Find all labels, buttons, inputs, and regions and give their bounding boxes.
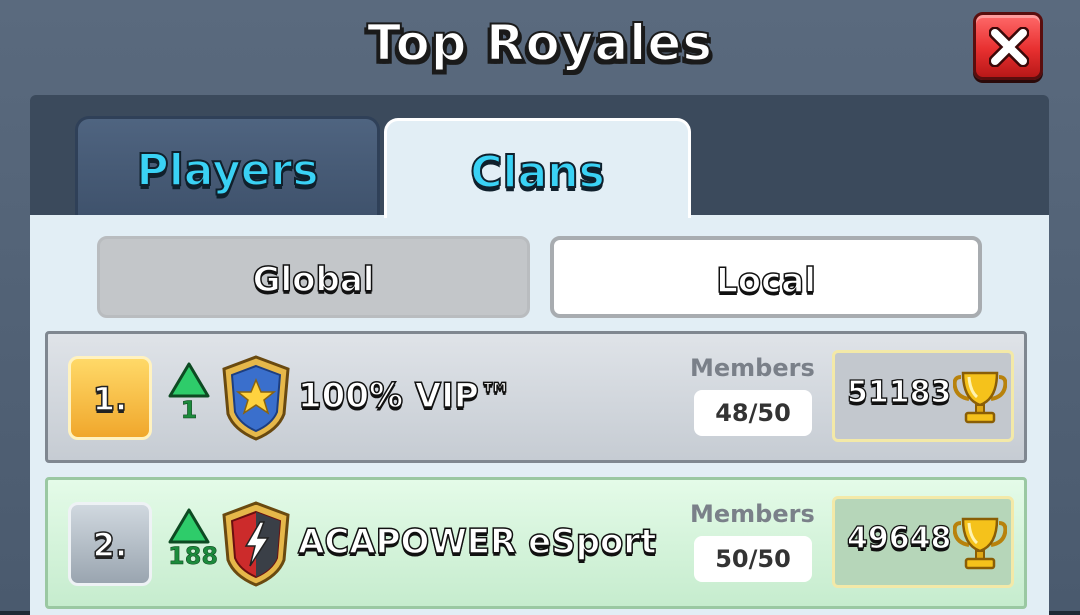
rank-badge: 2. (68, 502, 152, 586)
members-count: 50/50 (694, 536, 812, 582)
trophy-icon (953, 371, 1007, 424)
members-label: Members (690, 354, 815, 382)
star-shield-icon (220, 354, 292, 446)
tab-clans[interactable]: Clans (384, 118, 691, 218)
window-title: Top Royales (366, 13, 713, 73)
trophy-icon (953, 517, 1007, 570)
trophy-box: 49648 (832, 496, 1014, 588)
trophy-count: 51183 (846, 374, 952, 410)
rank-badge: 1. (68, 356, 152, 440)
clan-name: 100% VIP™ (297, 375, 513, 417)
rank-change-value: 188 (168, 542, 219, 570)
rank-change-indicator: 1 (168, 362, 210, 422)
rank-change-value: 1 (180, 396, 198, 424)
clan-row[interactable]: 1. 1 100% VIP™ Members 48/50 51183 (45, 331, 1027, 463)
clan-name: ACAPOWER eSport (297, 521, 657, 563)
close-icon (989, 27, 1029, 67)
trophy-box: 51183 (832, 350, 1014, 442)
clan-row[interactable]: 2. 188 ACAPOWER eSport Members 50/50 496… (45, 477, 1027, 609)
tab-players[interactable]: Players (75, 116, 380, 216)
close-button[interactable] (973, 12, 1043, 80)
rank-up-arrow-icon (168, 508, 210, 544)
trophy-count: 49648 (846, 520, 952, 556)
filter-local-button[interactable]: Local (550, 236, 982, 318)
lightning-shield-icon (220, 500, 292, 592)
members-label: Members (690, 500, 815, 528)
rank-up-arrow-icon (168, 362, 210, 398)
filter-global-button[interactable]: Global (97, 236, 530, 318)
rank-change-indicator: 188 (168, 508, 219, 570)
members-count: 48/50 (694, 390, 812, 436)
